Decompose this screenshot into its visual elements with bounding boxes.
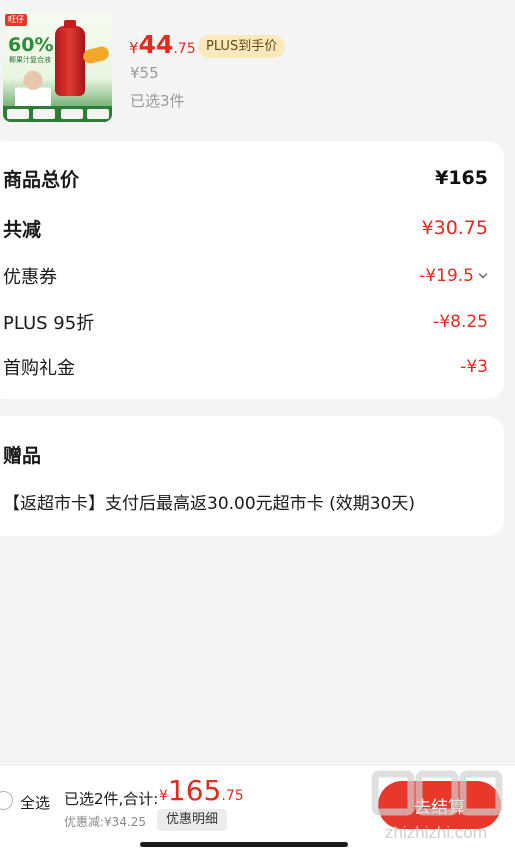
first-purchase-value: -¥3 — [460, 357, 488, 377]
total-reduction-value: ¥30.75 — [421, 217, 488, 239]
coupon-label: 优惠券 — [3, 267, 57, 288]
gift-card: 赠品 【返超市卡】支付后最高返30.00元超市卡 (效期30天) — [0, 416, 504, 536]
thumb-subtitle-text: 椰果汁复合液 — [9, 56, 51, 64]
discount-details-button[interactable]: 优惠明细 — [157, 809, 228, 831]
thumb-strip-block — [33, 109, 55, 119]
total-currency: ¥ — [159, 788, 168, 804]
checkout-button[interactable]: 去结算 — [378, 781, 501, 829]
plus-discount-value: -¥8.25 — [433, 312, 488, 332]
first-purchase-row: 首购礼金 -¥3 — [3, 352, 488, 382]
total-decimal: .75 — [221, 788, 244, 804]
price-integer: 44 — [138, 30, 174, 59]
price-summary-card: 商品总价 ¥165 共减 ¥30.75 优惠券 -¥19.5 PLUS 95折 … — [0, 141, 504, 399]
select-all-label[interactable]: 全选 — [20, 792, 50, 813]
gift-title: 赠品 — [3, 445, 42, 467]
total-price-row: 商品总价 ¥165 — [3, 163, 488, 193]
coupon-value: -¥19.5 — [419, 266, 474, 286]
total-payable-price: ¥165.75 — [159, 774, 244, 807]
plus-discount-label: PLUS 95折 — [3, 313, 95, 334]
coupon-row[interactable]: 优惠券 -¥19.5 — [3, 261, 488, 291]
plus-price-badge: PLUS到手价 — [198, 35, 286, 58]
discount-amount-label: 优惠减:¥34.25 — [64, 815, 147, 829]
first-purchase-label: 首购礼金 — [3, 358, 75, 379]
total-price-label: 商品总价 — [3, 168, 80, 191]
total-reduction-label: 共减 — [3, 218, 42, 241]
thumb-strip-block — [7, 109, 29, 119]
thumb-strip-block — [61, 109, 83, 119]
selected-sum-label: 已选2件,合计: — [64, 790, 159, 808]
thumb-strip-block — [87, 109, 109, 119]
product-item[interactable]: 旺仔 60% 椰果汁复合液 ¥44.75 PLUS到手价 ¥55 已选3件 — [0, 0, 515, 132]
bottle-illustration — [55, 20, 85, 96]
thumb-bottom-strip — [3, 106, 112, 122]
select-all-checkbox[interactable] — [0, 791, 13, 810]
thumb-percent-text: 60% — [8, 34, 54, 56]
total-integer: 165 — [167, 774, 222, 807]
cart-checkout-page: 旺仔 60% 椰果汁复合液 ¥44.75 PLUS到手价 ¥55 已选3件 商品… — [0, 0, 515, 851]
total-reduction-row: 共减 ¥30.75 — [3, 213, 488, 243]
total-price-value: ¥165 — [435, 167, 488, 189]
gift-description: 【返超市卡】支付后最高返30.00元超市卡 (效期30天) — [3, 494, 415, 514]
thumb-brand-badge: 旺仔 — [5, 14, 27, 26]
price-decimal: .75 — [173, 41, 196, 57]
original-price: ¥55 — [130, 64, 159, 82]
chevron-down-icon[interactable] — [478, 271, 488, 281]
home-indicator — [140, 842, 348, 847]
price-currency: ¥ — [129, 39, 139, 57]
promo-tag-illustration — [81, 45, 111, 65]
selected-quantity[interactable]: 已选3件 — [130, 90, 185, 111]
plus-discount-row: PLUS 95折 -¥8.25 — [3, 307, 488, 337]
coupon-value-group[interactable]: -¥19.5 — [419, 266, 488, 286]
checkout-bar: 全选 已选2件,合计: ¥165.75 优惠减:¥34.25 优惠明细 去结算 — [0, 766, 515, 851]
current-price: ¥44.75 — [129, 30, 196, 59]
product-thumbnail[interactable]: 旺仔 60% 椰果汁复合液 — [3, 12, 112, 122]
